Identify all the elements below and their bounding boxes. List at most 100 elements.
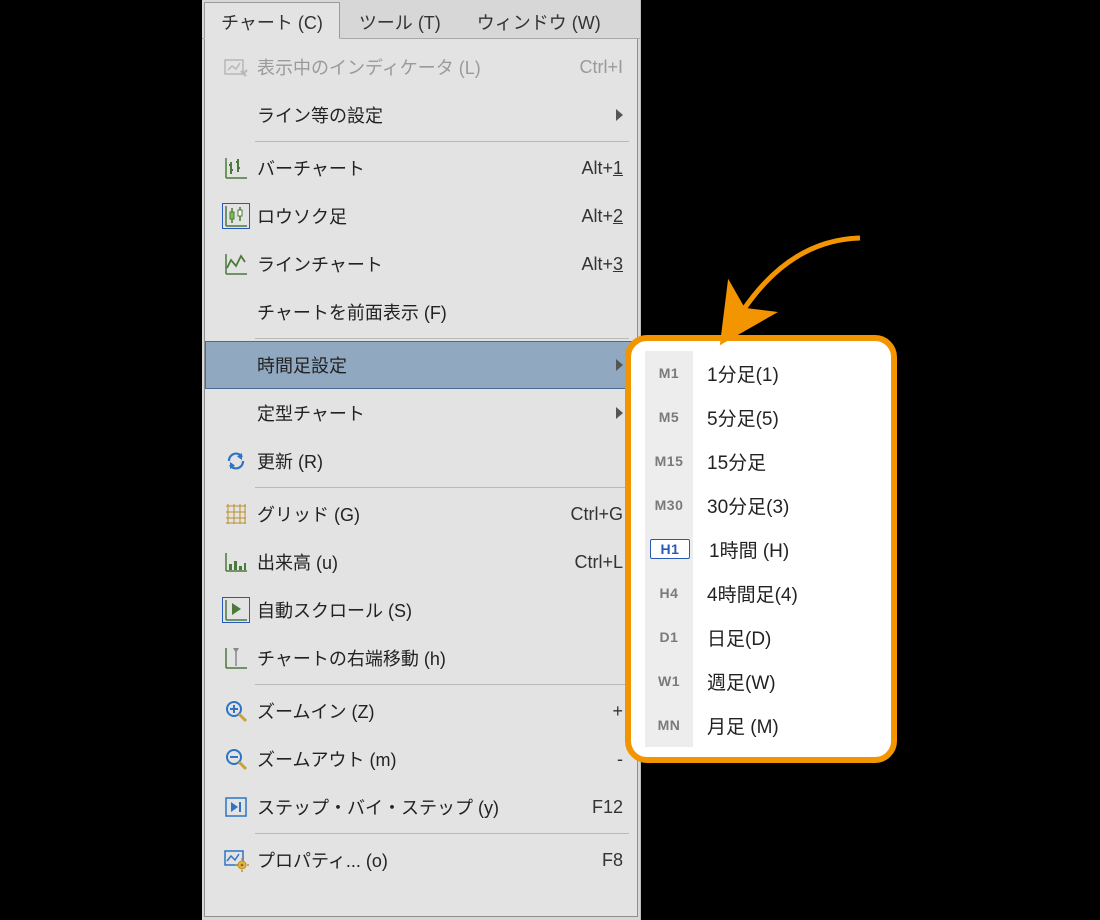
timeframe-label: 4時間足(4) [693,580,798,607]
menu-separator [255,338,629,339]
stage: チャート (C) ツール (T) ウィンドウ (W) 表示中のインディケータ (… [0,0,1100,920]
menu-label: 更新 (R) [257,448,623,474]
timeframe-list: M11分足(1)M55分足(5)M1515分足M3030分足(3)H11時間 (… [639,351,883,747]
line-chart-icon [215,240,257,288]
menu-shortcut: - [617,749,623,770]
menu-label: ラインチャート [257,251,581,277]
annotation-arrow-icon [680,230,880,350]
submenu-arrow-icon [616,359,623,371]
menu-item-chart-shift[interactable]: チャートの右端移動 (h) [205,634,637,682]
menu-label: バーチャート [257,155,581,181]
timeframe-code: W1 [645,673,693,689]
menu-shortcut: Alt+1 [581,158,623,179]
menu-label: 表示中のインディケータ (L) [257,54,579,80]
menu-item-template[interactable]: 定型チャート [205,389,637,437]
candlestick-icon [215,192,257,240]
timeframe-label: 日足(D) [693,624,771,651]
timeframe-item-w1[interactable]: W1週足(W) [639,659,883,703]
menu-item-bar-chart[interactable]: バーチャート Alt+1 [205,144,637,192]
menu-item-refresh[interactable]: 更新 (R) [205,437,637,485]
menu-label: チャートの右端移動 (h) [257,645,623,671]
properties-icon [215,836,257,884]
menubar-tab-tools[interactable]: ツール (T) [342,2,458,38]
blank-icon [215,288,257,336]
grid-icon [215,490,257,538]
menu-shortcut: F12 [592,797,623,818]
menu-label: ズームイン (Z) [257,698,612,724]
step-icon [215,783,257,831]
blank-icon [215,389,257,437]
chart-shift-icon [215,634,257,682]
menu-item-candlesticks[interactable]: ロウソク足 Alt+2 [205,192,637,240]
menu-shortcut: Alt+3 [581,254,623,275]
menu-item-zoom-in[interactable]: ズームイン (Z) + [205,687,637,735]
timeframe-submenu: M11分足(1)M55分足(5)M1515分足M3030分足(3)H11時間 (… [625,335,897,763]
timeframe-label: 15分足 [693,448,766,475]
blank-icon [215,341,257,389]
menu-label: ズームアウト (m) [257,746,617,772]
timeframe-label: 5分足(5) [693,404,779,431]
menu-label: 時間足設定 [257,352,623,378]
menu-shortcut: Ctrl+G [570,504,623,525]
menubar-tab-chart[interactable]: チャート (C) [204,2,340,39]
menu-item-grid[interactable]: グリッド (G) Ctrl+G [205,490,637,538]
menu-separator [255,487,629,488]
bar-chart-icon [215,144,257,192]
chart-dropdown: 表示中のインディケータ (L) Ctrl+I ライン等の設定 [204,39,638,917]
timeframe-code: M30 [645,497,693,513]
menu-label: 定型チャート [257,400,623,426]
menu-shortcut: Alt+2 [581,206,623,227]
menu-label: チャートを前面表示 (F) [257,299,623,325]
timeframe-item-m5[interactable]: M55分足(5) [639,395,883,439]
menu-item-autoscroll[interactable]: 自動スクロール (S) [205,586,637,634]
menu-shortcut: Ctrl+L [574,552,623,573]
timeframe-code: M1 [645,365,693,381]
timeframe-item-m1[interactable]: M11分足(1) [639,351,883,395]
timeframe-code: D1 [645,629,693,645]
menu-item-line-chart[interactable]: ラインチャート Alt+3 [205,240,637,288]
timeframe-label: 1時間 (H) [695,536,789,563]
timeframe-item-mn[interactable]: MN月足 (M) [639,703,883,747]
menu-label: プロパティ... (o) [257,847,602,873]
menu-shortcut: + [612,701,623,722]
menu-shortcut: Ctrl+I [579,57,623,78]
timeframe-code: H1 [650,539,690,559]
submenu-arrow-icon [616,109,623,121]
menu-shortcut: F8 [602,850,623,871]
menubar-tab-window[interactable]: ウィンドウ (W) [460,2,618,38]
menu-separator [255,833,629,834]
timeframe-item-d1[interactable]: D1日足(D) [639,615,883,659]
timeframe-code: MN [645,717,693,733]
timeframe-label: 月足 (M) [693,712,779,739]
timeframe-item-m15[interactable]: M1515分足 [639,439,883,483]
timeframe-label: 30分足(3) [693,492,789,519]
blank-icon [215,91,257,139]
menu-item-lines[interactable]: ライン等の設定 [205,91,637,139]
timeframe-code: H4 [645,585,693,601]
zoom-in-icon [215,687,257,735]
menu-item-volume[interactable]: 出来高 (u) Ctrl+L [205,538,637,586]
timeframe-label: 1分足(1) [693,360,779,387]
menubar: チャート (C) ツール (T) ウィンドウ (W) [202,0,640,39]
zoom-out-icon [215,735,257,783]
submenu-arrow-icon [616,407,623,419]
menu-item-properties[interactable]: プロパティ... (o) F8 [205,836,637,884]
menu-item-step-by-step[interactable]: ステップ・バイ・ステップ (y) F12 [205,783,637,831]
menu-label: ロウソク足 [257,203,581,229]
volume-icon [215,538,257,586]
indicators-icon [215,43,257,91]
timeframe-item-h1[interactable]: H11時間 (H) [639,527,883,571]
menu-item-timeframe[interactable]: 時間足設定 [205,341,637,389]
menu-item-foreground-chart[interactable]: チャートを前面表示 (F) [205,288,637,336]
timeframe-code: M5 [645,409,693,425]
menu-item-zoom-out[interactable]: ズームアウト (m) - [205,735,637,783]
autoscroll-icon [215,586,257,634]
chart-menu-panel: チャート (C) ツール (T) ウィンドウ (W) 表示中のインディケータ (… [202,0,641,920]
menu-label: グリッド (G) [257,501,570,527]
menu-separator [255,141,629,142]
refresh-icon [215,437,257,485]
timeframe-item-m30[interactable]: M3030分足(3) [639,483,883,527]
timeframe-item-h4[interactable]: H44時間足(4) [639,571,883,615]
menu-label: ステップ・バイ・ステップ (y) [257,794,592,820]
menu-item-indicators: 表示中のインディケータ (L) Ctrl+I [205,43,637,91]
